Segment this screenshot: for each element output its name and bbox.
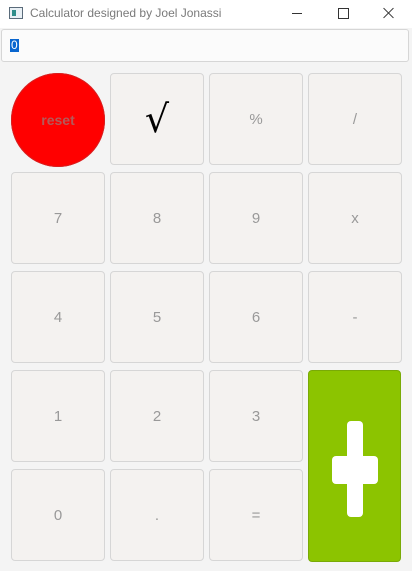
four-button[interactable]: 4 — [11, 271, 105, 363]
keypad: reset √ % / 7 8 9 x 4 5 6 - 1 2 3 0 . = — [0, 66, 412, 571]
equals-button[interactable]: = — [209, 469, 303, 561]
nine-button[interactable]: 9 — [209, 172, 303, 264]
eight-button[interactable]: 8 — [110, 172, 204, 264]
app-icon — [9, 7, 23, 19]
zero-button[interactable]: 0 — [11, 469, 105, 561]
decimal-button[interactable]: . — [110, 469, 204, 561]
reset-button[interactable]: reset — [11, 73, 105, 167]
title-bar: Calculator designed by Joel Jonassi — [0, 0, 412, 28]
maximize-button[interactable] — [320, 0, 366, 28]
three-button[interactable]: 3 — [209, 370, 303, 462]
calculator-display[interactable]: 0 — [1, 29, 409, 62]
six-button[interactable]: 6 — [209, 271, 303, 363]
close-icon — [383, 7, 395, 19]
five-button[interactable]: 5 — [110, 271, 204, 363]
maximize-icon — [338, 8, 349, 19]
sqrt-button[interactable]: √ — [110, 73, 204, 165]
window-title: Calculator designed by Joel Jonassi — [30, 6, 222, 20]
multiply-button[interactable]: x — [308, 172, 402, 264]
minus-button[interactable]: - — [308, 271, 402, 363]
seven-button[interactable]: 7 — [11, 172, 105, 264]
minimize-icon — [292, 13, 302, 14]
close-button[interactable] — [366, 0, 412, 28]
percent-button[interactable]: % — [209, 73, 303, 165]
display-value: 0 — [10, 38, 19, 52]
two-button[interactable]: 2 — [110, 370, 204, 462]
one-button[interactable]: 1 — [11, 370, 105, 462]
plus-icon-horizontal — [332, 456, 378, 484]
divide-button[interactable]: / — [308, 73, 402, 165]
plus-button[interactable] — [308, 370, 401, 562]
minimize-button[interactable] — [274, 0, 320, 28]
